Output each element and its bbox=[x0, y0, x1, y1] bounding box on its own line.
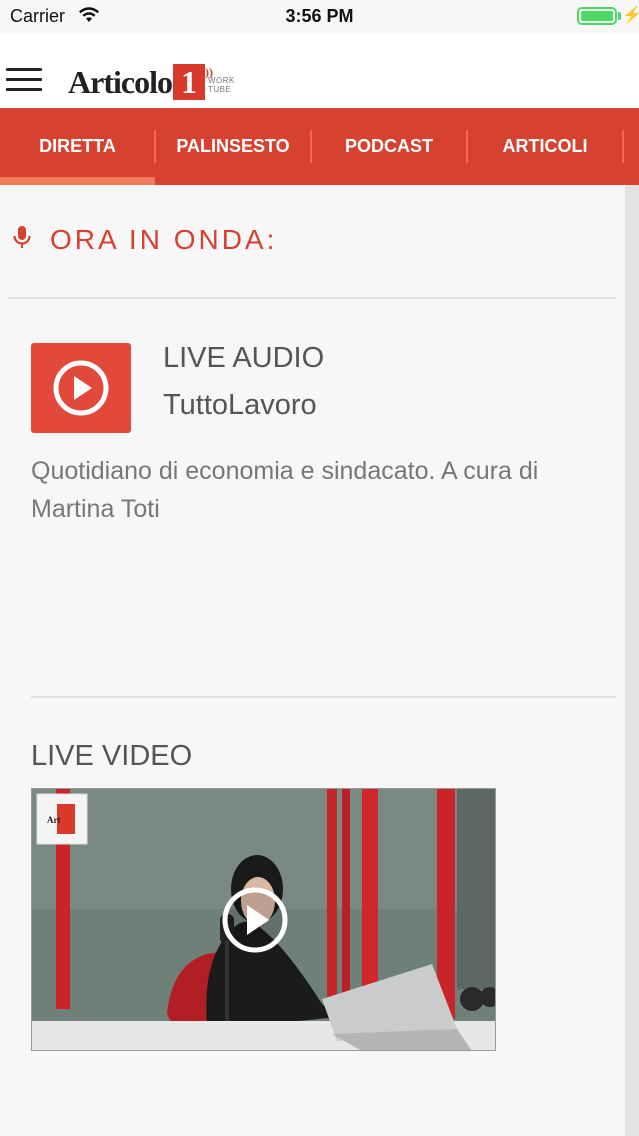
active-tab-indicator bbox=[0, 177, 155, 185]
logo[interactable]: Articolo 1 ))) WORK TUBE bbox=[68, 56, 235, 100]
live-video-label: LIVE VIDEO bbox=[31, 740, 193, 772]
divider bbox=[31, 696, 616, 698]
divider bbox=[8, 297, 616, 299]
microphone-icon bbox=[12, 224, 32, 257]
tab-palinsesto[interactable]: PALINSESTO bbox=[156, 108, 310, 185]
battery-icon bbox=[577, 7, 617, 25]
scrollbar[interactable] bbox=[625, 185, 639, 1136]
on-air-label: ORA IN ONDA: bbox=[50, 224, 278, 255]
svg-text:Art: Art bbox=[47, 815, 61, 825]
battery-tip bbox=[618, 12, 621, 20]
on-air-header: ORA IN ONDA: bbox=[12, 220, 277, 260]
live-audio-label: LIVE AUDIO bbox=[163, 342, 325, 374]
tab-podcast[interactable]: PODCAST bbox=[312, 108, 466, 185]
play-icon bbox=[53, 360, 109, 416]
show-title: TuttoLavoro bbox=[163, 389, 317, 421]
show-description: Quotidiano di economia e sindacato. A cu… bbox=[31, 457, 539, 523]
logo-text: Articolo bbox=[68, 64, 173, 100]
tab-articoli[interactable]: ARTICOLI bbox=[468, 108, 622, 185]
play-audio-button[interactable] bbox=[31, 343, 131, 433]
broadcast-icon: ))) bbox=[200, 65, 213, 79]
live-video-player[interactable]: Art bbox=[31, 788, 496, 1051]
menu-icon[interactable] bbox=[6, 68, 42, 92]
tab-separator bbox=[622, 130, 624, 163]
clock: 3:56 PM bbox=[285, 6, 354, 26]
tab-bar: DIRETTA PALINSESTO PODCAST ARTICOLI bbox=[0, 108, 639, 185]
charging-icon: ⚡ bbox=[622, 7, 639, 24]
status-bar: Carrier 3:56 PM ⚡ bbox=[0, 0, 639, 34]
app-bar: Articolo 1 ))) WORK TUBE bbox=[0, 34, 639, 108]
tab-diretta[interactable]: DIRETTA bbox=[0, 108, 155, 185]
logo-number: 1 ))) bbox=[172, 64, 213, 100]
video-play-icon[interactable] bbox=[222, 887, 288, 953]
